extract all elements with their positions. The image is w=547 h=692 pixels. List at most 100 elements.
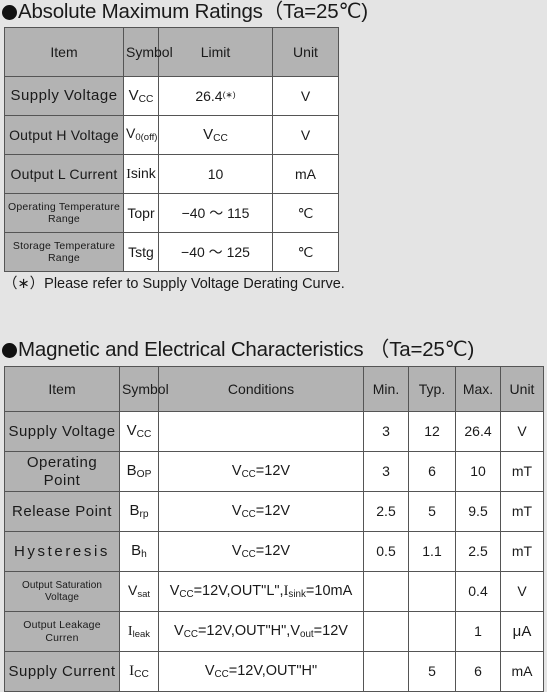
cond-subscript2: out [299,628,314,640]
cond-middle: =12V,OUT"H", [197,622,291,639]
cond-base: V [231,542,242,559]
row-max: 1 [455,611,501,652]
symbol-base: V [128,86,139,104]
table-row: Output Leakage Curren Ileak VCC=12V,OUT"… [4,611,544,652]
symbol-base: V [126,125,136,142]
row-symbol: ICC [119,651,159,692]
limit-base: V [203,125,214,143]
row-unit: mT [500,531,544,572]
table-header-row: Item Symbol Limit Unit [4,27,339,77]
bullet-icon [2,342,17,358]
row-item-label: Supply Current [4,651,120,692]
row-unit: V [272,76,339,116]
column-header-min: Min. [363,366,409,412]
row-conditions: VCC=12V,OUT"H",Vout=12V [158,611,364,652]
column-header-conditions: Conditions [158,366,364,412]
symbol-base: B [126,462,137,480]
section-heading-absolute-maximum-ratings: Absolute Maximum Ratings（Ta=25℃) [2,0,368,23]
cond-base: V [169,582,180,599]
row-symbol: Ileak [119,611,159,652]
row-item-label: Operating Point [4,451,120,492]
column-header-max: Max. [455,366,501,412]
table-row: Operating Temperature Range Topr −40 ～ 1… [4,193,339,233]
row-max: 26.4 [455,411,501,452]
symbol-subscript: CC [138,93,154,105]
limit-subscript: CC [213,132,228,144]
row-symbol: Topr [123,193,159,233]
cond-subscript: CC [179,588,194,600]
row-item-label: Operating Temperature Range [4,193,124,233]
cond-base: V [204,662,215,679]
row-unit: mA [272,154,339,194]
row-conditions [158,411,364,452]
row-item-label: Output Leakage Curren [4,611,120,652]
cond-base: V [231,502,242,519]
row-limit: VCC [158,115,273,155]
bullet-icon [2,4,17,20]
row-item-label: Supply Voltage [4,76,124,116]
row-unit: mT [500,451,544,492]
row-symbol: V0(off) [123,115,159,155]
absolute-maximum-ratings-table: Item Symbol Limit Unit Supply Voltage VC… [4,27,339,272]
symbol-base: V [127,581,138,598]
row-conditions: VCC=12V [158,531,364,572]
row-unit: ℃ [272,232,339,272]
datasheet-page: Absolute Maximum Ratings（Ta=25℃) Item Sy… [0,0,547,692]
row-typ: 6 [408,451,456,492]
symbol-subscript: sat [137,589,151,601]
cond-base: V [174,622,184,639]
cond-base: V [231,462,242,479]
cond-middle: =12V,OUT"L", [193,582,284,599]
row-unit: mA [500,651,544,692]
symbol-base: B [131,542,142,560]
row-symbol: VCC [119,411,159,452]
row-symbol: BOP [119,451,159,492]
column-header-limit: Limit [158,27,273,77]
row-item-label: Storage Temperature Range [4,232,124,272]
row-item-label: Release Point [4,491,120,532]
row-limit: −40 ～ 125 [158,232,273,272]
table-row: Supply Current ICC VCC=12V,OUT"H" 5 6 mA [4,651,544,692]
row-unit: mT [500,491,544,532]
cond-subscript: CC [214,668,229,680]
cond-subscript2: sink [288,588,306,600]
row-unit: V [500,571,544,612]
symbol-subscript: leak [132,629,151,641]
row-item-label: Hysteresis [4,531,120,572]
row-max: 2.5 [455,531,501,572]
row-limit: 26.4(∗) [158,76,273,116]
row-typ: 1.1 [408,531,456,572]
row-max: 6 [455,651,501,692]
row-symbol: Tstg [123,232,159,272]
cond-subscript: CC [241,548,256,560]
row-min: 3 [363,451,409,492]
row-conditions: VCC=12V [158,491,364,532]
cond-tail: =12V,OUT"H" [228,662,318,679]
column-header-symbol: Symbol [123,27,173,77]
row-min: 0.5 [363,531,409,572]
row-min: 3 [363,411,409,452]
row-limit: −40 ～ 115 [158,193,273,233]
table-row: Storage Temperature Range Tstg −40 ～ 125… [4,232,339,272]
table-row: Supply Voltage VCC 26.4(∗) V [4,76,339,116]
row-max: 10 [455,451,501,492]
cond-tail: =12V [313,622,348,639]
row-max: 9.5 [455,491,501,532]
row-max: 0.4 [455,571,501,612]
row-typ: 5 [408,491,456,532]
cond-tail: =12V [255,542,291,559]
table-row: Supply Voltage VCC 3 12 26.4 V [4,411,544,452]
symbol-subscript: CC [136,429,152,441]
table-row: Operating Point BOP VCC=12V 3 6 10 mT [4,451,544,492]
section-title: Absolute Maximum Ratings（Ta=25℃) [18,0,368,23]
cond-tail: =10mA [305,582,353,599]
symbol-subscript: h [141,549,147,561]
row-typ: 12 [408,411,456,452]
row-typ [408,571,456,612]
row-item-label: Supply Voltage [4,411,120,452]
row-symbol: VCC [123,76,159,116]
row-unit: V [500,411,544,452]
column-header-item: Item [4,366,120,412]
section-title: Magnetic and Electrical Characteristics … [18,338,475,361]
table-row: Output Saturation Voltage Vsat VCC=12V,O… [4,571,544,612]
